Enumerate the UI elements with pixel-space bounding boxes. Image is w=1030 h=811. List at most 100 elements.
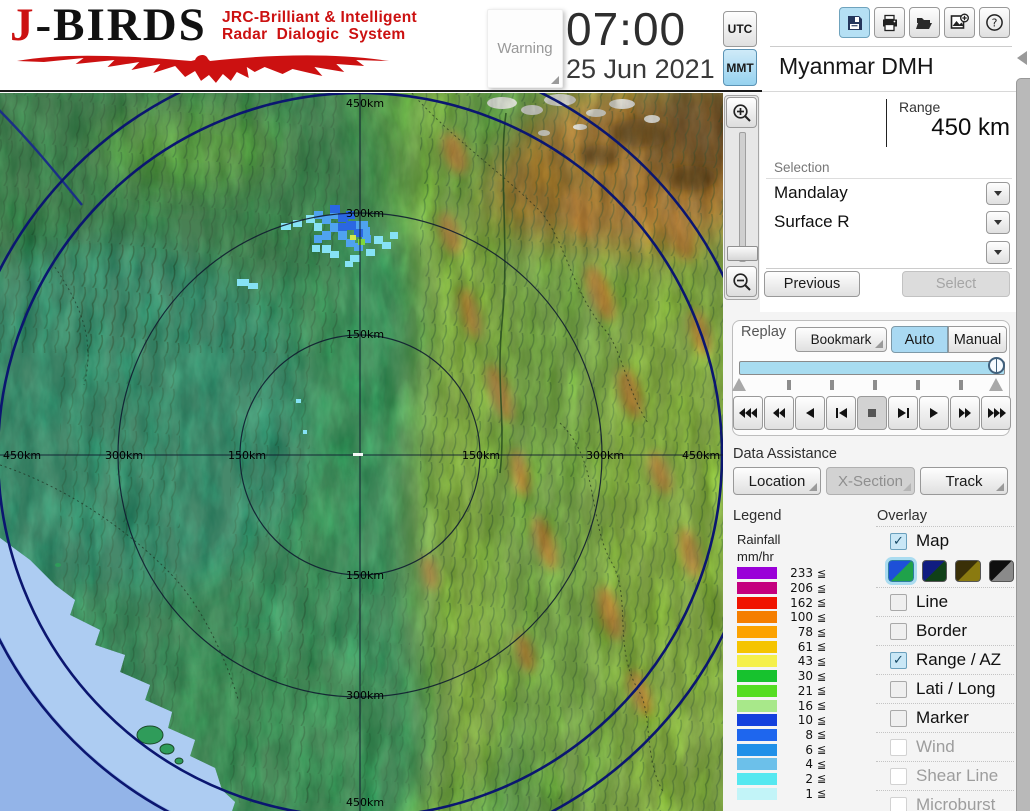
rewind-button[interactable]	[764, 396, 794, 430]
legend-value: 10	[797, 713, 813, 728]
checkbox-icon[interactable]	[890, 593, 907, 611]
map-style-swatch-2[interactable]	[921, 560, 947, 582]
location-button[interactable]: Location	[733, 467, 821, 495]
legend-suffix: ≦	[817, 610, 827, 624]
legend-suffix: ≦	[817, 713, 827, 727]
legend-entry: 16 ≦	[737, 698, 857, 713]
legend-suffix: ≦	[817, 787, 827, 801]
overlay-item-label: Microburst	[916, 795, 996, 811]
auto-mode-button[interactable]: Auto	[891, 326, 948, 353]
legend-entry: 78 ≦	[737, 625, 857, 640]
header-divider-light	[762, 91, 1016, 92]
panel-splitter[interactable]	[1016, 78, 1030, 811]
go-first-button[interactable]	[826, 396, 856, 430]
manual-mode-button[interactable]: Manual	[948, 326, 1007, 353]
option-dropdown-button[interactable]	[986, 241, 1010, 264]
logo-j: J	[10, 0, 36, 51]
stop-button[interactable]	[857, 396, 887, 430]
bookmark-button[interactable]: Bookmark	[795, 327, 887, 352]
overlay-item-lati-long[interactable]: Lati / Long	[876, 674, 1014, 703]
play-button[interactable]	[919, 396, 949, 430]
zoom-out-button[interactable]	[726, 266, 757, 297]
replay-slider-track[interactable]	[739, 361, 1005, 375]
go-last-button[interactable]	[888, 396, 918, 430]
checkbox-icon[interactable]	[890, 709, 907, 727]
panel-collapse-arrow-icon[interactable]	[1017, 51, 1027, 65]
checkbox-icon	[890, 738, 907, 756]
map-style-swatch-4[interactable]	[988, 560, 1014, 582]
svg-text:150km: 150km	[462, 449, 500, 462]
overlay-item-line[interactable]: Line	[876, 587, 1014, 616]
legend-suffix: ≦	[817, 757, 827, 771]
product-dropdown-button[interactable]	[986, 211, 1010, 234]
zoom-in-button[interactable]	[726, 97, 757, 128]
overlay-options: ✓ Map Line Border ✓ Range / AZ Lati / Long Mark…	[876, 526, 1014, 811]
x-section-button: X-Section	[826, 467, 915, 495]
fast-rewind-button[interactable]	[733, 396, 763, 430]
slider-start-marker	[732, 378, 746, 391]
warning-button[interactable]: Warning	[487, 9, 563, 88]
stop-icon	[868, 409, 876, 417]
site-dropdown-button[interactable]	[986, 182, 1010, 205]
overlay-item-label: Shear Line	[916, 766, 999, 785]
save-button[interactable]	[839, 7, 870, 38]
warning-label: Warning	[497, 40, 553, 57]
legend-entry: 206 ≦	[737, 581, 857, 596]
checkbox-checked-icon[interactable]: ✓	[890, 532, 907, 550]
save-icon	[847, 15, 862, 30]
overlay-item-range-az[interactable]: ✓ Range / AZ	[876, 645, 1014, 674]
legend-label: Legend	[733, 508, 782, 524]
site-dropdown[interactable]: Mandalay	[766, 178, 1012, 210]
legend-swatch	[737, 655, 777, 668]
map-style-swatch-3[interactable]	[955, 560, 981, 582]
print-button[interactable]	[874, 7, 905, 38]
option-dropdown[interactable]	[766, 238, 1012, 269]
legend-value: 4	[805, 757, 813, 772]
legend-suffix: ≦	[817, 772, 827, 786]
replay-label: Replay	[739, 324, 789, 340]
fast-forward-button[interactable]	[950, 396, 980, 430]
checkbox-icon[interactable]	[890, 622, 907, 640]
legend-swatch	[737, 728, 777, 741]
overlay-item-map[interactable]: ✓ Map	[876, 526, 1014, 555]
previous-button[interactable]: Previous	[764, 271, 860, 297]
legend-swatch	[737, 699, 777, 712]
track-button[interactable]: Track	[920, 467, 1008, 495]
legend-value: 2	[805, 771, 813, 786]
radar-map[interactable]: 450km 300km 150km 150km 300km 450km 450k…	[0, 93, 723, 811]
checkbox-icon[interactable]	[890, 680, 907, 698]
play-back-button[interactable]	[795, 396, 825, 430]
checkbox-checked-icon[interactable]: ✓	[890, 651, 907, 669]
overlay-item-border[interactable]: Border	[876, 616, 1014, 645]
legend-entry: 4 ≦	[737, 757, 857, 772]
product-dropdown[interactable]: Surface R	[766, 208, 1012, 239]
slider-end-marker	[989, 378, 1003, 391]
fast-rewind-icon	[738, 408, 757, 418]
legend-swatch	[737, 743, 777, 756]
legend-entry: 30 ≦	[737, 669, 857, 684]
svg-text:450km: 450km	[346, 97, 384, 110]
legend-swatch	[737, 772, 777, 785]
open-folder-button[interactable]	[909, 7, 940, 38]
zoom-slider-track[interactable]	[739, 132, 746, 262]
replay-slider-thumb[interactable]	[988, 357, 1005, 374]
range-label: Range	[899, 99, 941, 115]
overlay-item-shear-line: Shear Line	[876, 761, 1014, 790]
legend-value: 16	[797, 698, 813, 713]
add-image-button[interactable]	[944, 7, 975, 38]
overlay-item-label: Map	[916, 531, 950, 550]
open-folder-icon	[916, 17, 932, 29]
map-style-swatch-1[interactable]	[885, 557, 917, 585]
zoom-slider-thumb[interactable]	[727, 246, 758, 261]
utc-toggle-button[interactable]: UTC	[723, 11, 757, 47]
overlay-item-marker[interactable]: Marker	[876, 703, 1014, 732]
mmt-toggle-button[interactable]: MMT	[723, 49, 757, 86]
overlay-item-microburst: Microburst	[876, 790, 1014, 811]
play-back-icon	[806, 408, 814, 418]
legend-swatch	[737, 626, 777, 639]
go-first-icon	[835, 408, 847, 418]
help-button[interactable]: ?	[979, 7, 1010, 38]
logo-tagline: JRC-Brilliant & Intelligent Radar Dialogi…	[222, 9, 417, 44]
svg-text:300km: 300km	[586, 449, 624, 462]
top-speed-forward-button[interactable]	[981, 396, 1011, 430]
